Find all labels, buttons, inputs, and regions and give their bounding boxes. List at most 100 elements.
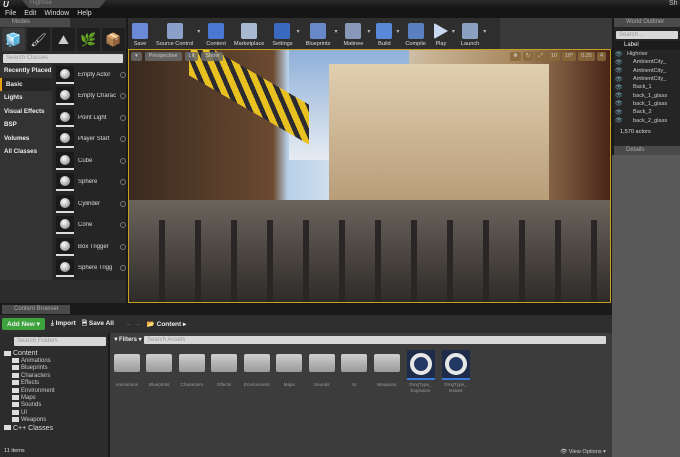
rotate-icon[interactable]: ↻ xyxy=(522,52,534,61)
info-icon[interactable] xyxy=(120,222,126,229)
toolbar-button-source-control[interactable]: Source Control xyxy=(152,18,202,49)
visibility-eye-icon[interactable]: 👁 xyxy=(614,59,623,66)
asset-folder[interactable]: Blueprints xyxy=(146,350,173,393)
scale-icon[interactable]: ⤢ xyxy=(535,52,546,61)
category-all-classes[interactable]: All Classes xyxy=(0,145,52,159)
asset-damage-type[interactable]: DmgType_ Explosion xyxy=(406,350,435,393)
view-options-button[interactable]: 👁 View Options ▾ xyxy=(560,449,606,455)
scale-snap-value[interactable]: 0.25 xyxy=(578,52,595,61)
asset-folder[interactable]: Weapons xyxy=(373,350,400,393)
class-item[interactable]: Empty Charac xyxy=(53,86,126,108)
content-browser-tab[interactable]: Content Browser xyxy=(2,305,70,314)
visibility-eye-icon[interactable]: 👁 xyxy=(614,67,623,74)
viewport-menu-button[interactable]: ▾ xyxy=(131,52,142,61)
search-assets-input[interactable]: Search Assets xyxy=(144,336,606,344)
import-button[interactable]: ⤓ Import xyxy=(51,320,76,328)
category-recently-placed[interactable]: Recently Placed xyxy=(0,64,52,78)
history-arrows-icon[interactable]: ← → xyxy=(126,321,141,328)
add-new-button[interactable]: Add New ▾ xyxy=(2,318,45,330)
toolbar-button-blueprints[interactable]: Blueprints xyxy=(302,18,340,49)
tree-folder[interactable]: Maps xyxy=(0,394,108,402)
tree-folder[interactable]: Characters xyxy=(0,372,108,380)
visibility-eye-icon[interactable]: 👁 xyxy=(614,84,623,91)
paint-mode-icon[interactable]: 🖌 xyxy=(27,28,50,51)
level-tab[interactable]: Highrise xyxy=(22,0,106,8)
asset-folder[interactable]: Environment xyxy=(243,350,270,393)
grid-snap-value[interactable]: 10 xyxy=(547,52,560,61)
rotation-snap-value[interactable]: 10° xyxy=(561,52,577,61)
search-folders-input[interactable]: Search Folders xyxy=(14,337,106,346)
modes-tab[interactable]: Modes xyxy=(0,18,70,27)
save-all-button[interactable]: 🗎 Save All xyxy=(82,319,114,330)
show-button[interactable]: Show xyxy=(201,52,224,61)
level-viewport[interactable]: ▾ Perspective Lit Show ✥ ↻ ⤢ 10 10° 0.25… xyxy=(128,49,611,303)
class-item[interactable]: Box Trigger xyxy=(53,236,126,258)
class-item[interactable]: Point Light xyxy=(53,107,126,129)
perspective-button[interactable]: Perspective xyxy=(144,52,182,61)
visibility-eye-icon[interactable]: 👁 xyxy=(614,92,623,99)
tree-folder[interactable]: Weapons xyxy=(0,417,108,424)
outliner-item[interactable]: 👁 back_1_glass xyxy=(614,100,680,108)
toolbar-button-content[interactable]: Content xyxy=(202,18,230,49)
tree-cpp-classes[interactable]: C++ Classes xyxy=(0,425,108,434)
menu-file[interactable]: File xyxy=(5,10,16,17)
details-tab[interactable]: Details xyxy=(614,146,680,155)
tree-content-root[interactable]: Content xyxy=(0,350,108,358)
toolbar-button-marketplace[interactable]: Marketplace xyxy=(230,18,268,49)
outliner-item[interactable]: 👁 Back_1 xyxy=(614,83,680,91)
outliner-item[interactable]: 👁 back_2_glass xyxy=(614,116,680,125)
info-icon[interactable] xyxy=(120,179,126,186)
visibility-eye-icon[interactable]: 👁 xyxy=(614,51,623,58)
outliner-item[interactable]: 👁 Back_2 xyxy=(614,108,680,116)
toolbar-button-settings[interactable]: Settings xyxy=(268,18,301,49)
tree-folder[interactable]: Environment xyxy=(0,387,108,395)
menu-window[interactable]: Window xyxy=(44,10,69,17)
category-volumes[interactable]: Volumes xyxy=(0,132,52,146)
outliner-item[interactable]: 👁 AmbientCity_ xyxy=(614,58,680,66)
filters-button[interactable]: ▼Filters ▾ xyxy=(113,336,142,343)
world-outliner-tab[interactable]: World Outliner xyxy=(614,18,680,27)
tree-folder[interactable]: Sounds xyxy=(0,402,108,409)
search-classes-input[interactable]: Search Classes xyxy=(3,54,123,63)
visibility-eye-icon[interactable]: 👁 xyxy=(614,100,623,107)
info-icon[interactable] xyxy=(120,243,126,250)
tree-folder[interactable]: UI xyxy=(0,409,108,417)
toolbar-button-save[interactable]: Save xyxy=(128,18,152,49)
outliner-item[interactable]: 👁 AmbientCity_ xyxy=(614,75,680,83)
toolbar-button-launch[interactable]: Launch xyxy=(457,18,488,49)
outliner-search-input[interactable]: Search... xyxy=(616,31,678,39)
info-icon[interactable] xyxy=(120,93,126,100)
class-item[interactable]: Player Start xyxy=(53,129,126,151)
tree-folder[interactable]: Blueprints xyxy=(0,365,108,372)
toolbar-button-compile[interactable]: Compile xyxy=(401,18,430,49)
lit-button[interactable]: Lit xyxy=(184,52,199,61)
camera-speed-value[interactable]: 4 xyxy=(596,52,606,61)
asset-folder[interactable]: Effects xyxy=(211,350,238,393)
asset-folder[interactable]: UI xyxy=(341,350,368,393)
category-visual-effects[interactable]: Visual Effects xyxy=(0,105,52,119)
visibility-eye-icon[interactable]: 👁 xyxy=(614,76,623,83)
tree-folder[interactable]: Effects xyxy=(0,380,108,387)
tree-folder[interactable]: Animations xyxy=(0,358,108,365)
class-item[interactable]: Sphere Trigg xyxy=(53,258,126,280)
label-column-header[interactable]: Label xyxy=(614,41,680,50)
outliner-item[interactable]: 👁 Highrise xyxy=(614,50,680,58)
menu-help[interactable]: Help xyxy=(77,10,91,17)
asset-folder[interactable]: Characters xyxy=(178,350,205,393)
class-item[interactable]: Cube xyxy=(53,150,126,172)
info-icon[interactable] xyxy=(120,265,126,272)
info-icon[interactable] xyxy=(120,114,126,121)
asset-damage-type[interactable]: DmgType_ Instant xyxy=(441,350,470,393)
path-breadcrumb[interactable]: 📂 Content ▸ xyxy=(147,320,187,328)
menu-edit[interactable]: Edit xyxy=(24,10,36,17)
class-item[interactable]: Cone xyxy=(53,215,126,237)
asset-folder[interactable]: Animations xyxy=(113,350,140,393)
outliner-item[interactable]: 👁 back_1_glass xyxy=(614,91,680,100)
info-icon[interactable] xyxy=(120,136,126,143)
asset-folder[interactable]: Sounds xyxy=(308,350,335,393)
asset-folder[interactable]: Maps xyxy=(276,350,303,393)
place-mode-icon[interactable]: 🧊 xyxy=(2,28,25,51)
geometry-mode-icon[interactable]: 📦 xyxy=(102,28,125,51)
category-bsp[interactable]: BSP xyxy=(0,118,52,132)
class-item[interactable]: Cylinder xyxy=(53,193,126,215)
